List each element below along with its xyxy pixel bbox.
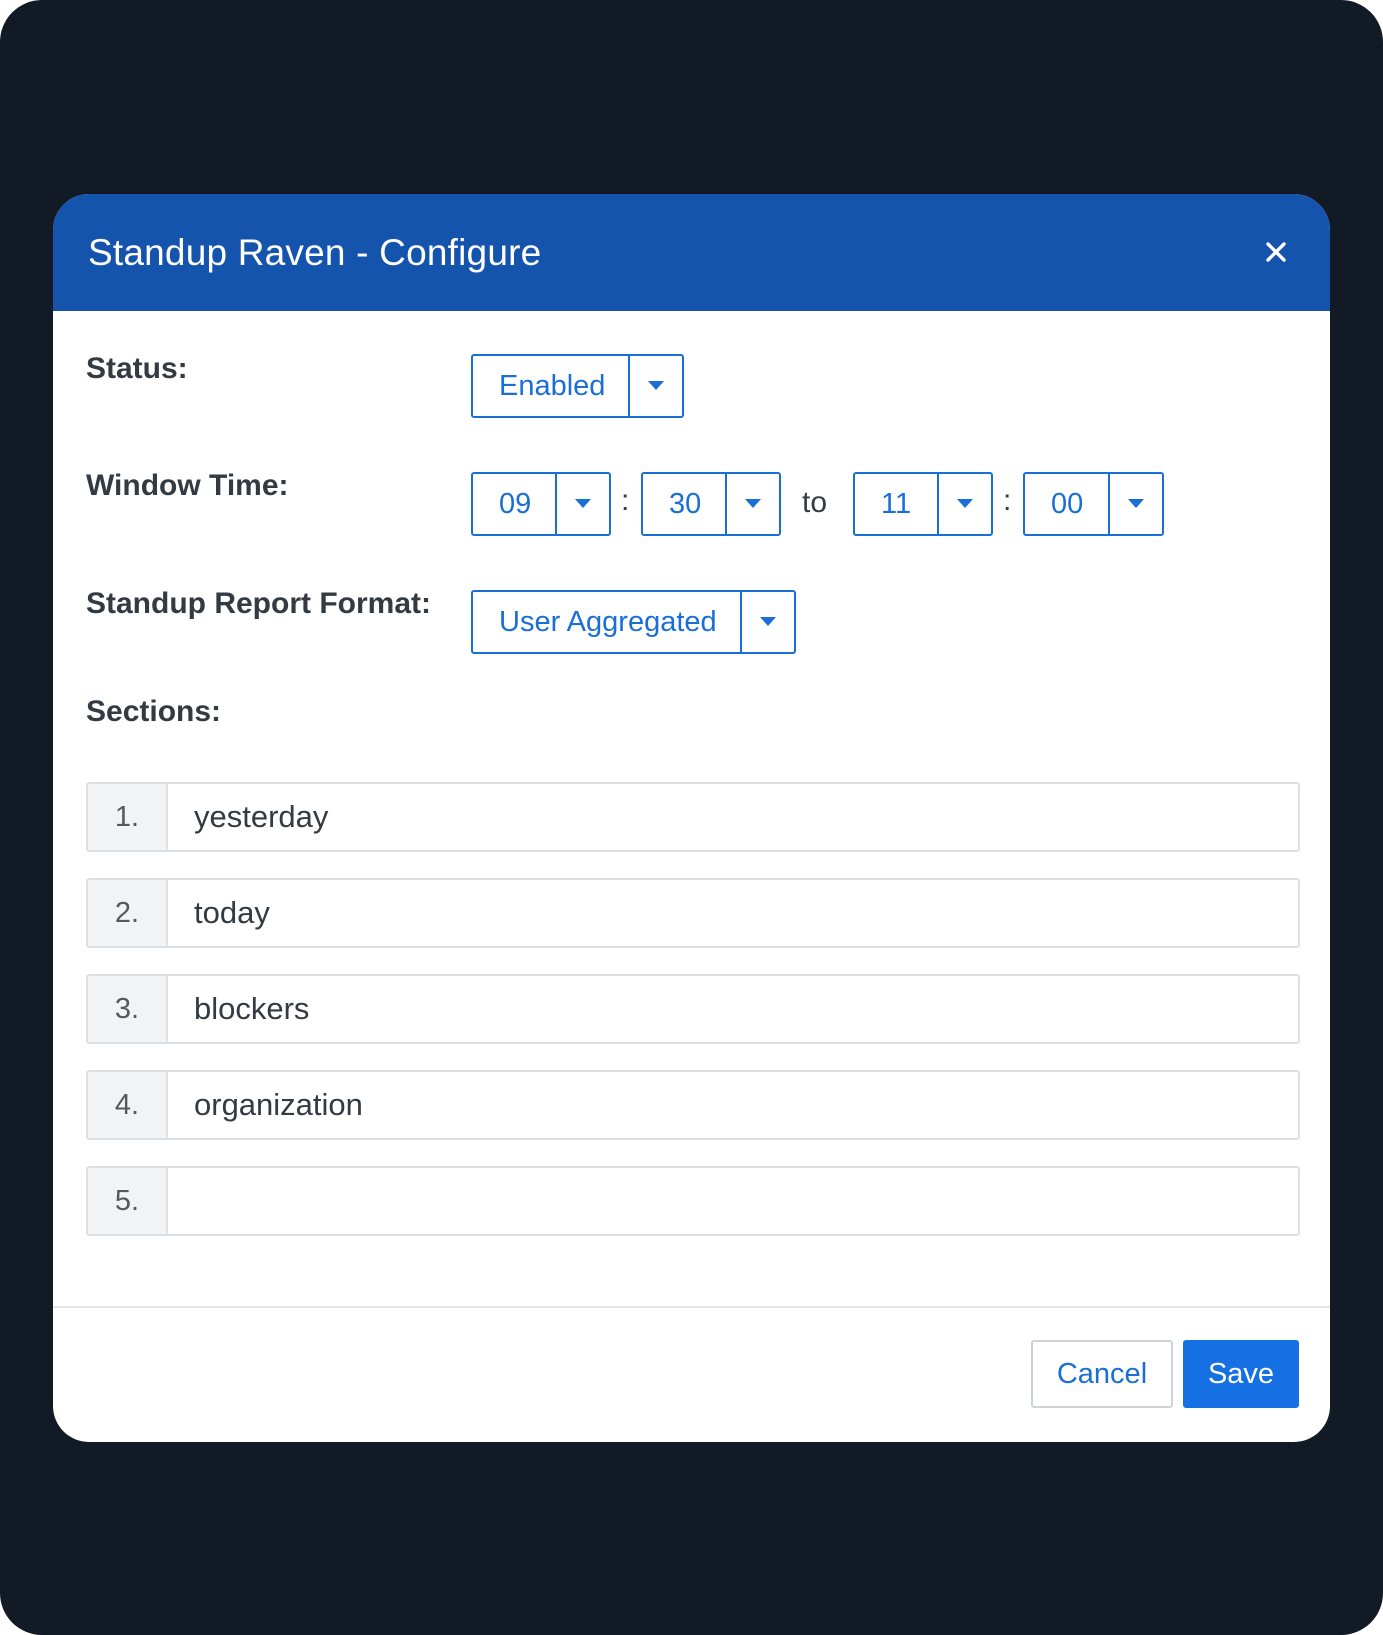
section-row: 3. bbox=[86, 974, 1300, 1044]
end-minute-dropdown-toggle[interactable] bbox=[1108, 474, 1162, 534]
end-hour-select[interactable]: 11 bbox=[853, 472, 993, 536]
caret-down-icon bbox=[957, 499, 973, 508]
caret-down-icon bbox=[760, 617, 776, 626]
start-hour-dropdown-toggle[interactable] bbox=[555, 474, 609, 534]
section-input[interactable] bbox=[168, 880, 1298, 946]
report-format-value: User Aggregated bbox=[499, 605, 717, 638]
save-button[interactable]: Save bbox=[1183, 1340, 1299, 1408]
section-number: 5. bbox=[88, 1168, 168, 1234]
close-icon bbox=[1266, 242, 1286, 262]
section-row: 4. bbox=[86, 1070, 1300, 1140]
configure-dialog: Standup Raven - Configure Status: Enable… bbox=[53, 194, 1330, 1442]
footer-divider bbox=[53, 1306, 1330, 1308]
end-minute-value: 00 bbox=[1051, 487, 1084, 520]
status-dropdown-toggle[interactable] bbox=[628, 356, 682, 416]
dialog-header: Standup Raven - Configure bbox=[53, 194, 1330, 311]
section-row: 2. bbox=[86, 878, 1300, 948]
section-input[interactable] bbox=[168, 1168, 1298, 1234]
sections-label: Sections: bbox=[86, 695, 222, 728]
status-select[interactable]: Enabled bbox=[471, 354, 684, 418]
report-format-label: Standup Report Format: bbox=[86, 587, 431, 620]
end-hour-value: 11 bbox=[881, 487, 912, 520]
caret-down-icon bbox=[575, 499, 591, 508]
section-number: 3. bbox=[88, 976, 168, 1042]
cancel-button[interactable]: Cancel bbox=[1031, 1340, 1173, 1408]
caret-down-icon bbox=[745, 499, 761, 508]
section-input[interactable] bbox=[168, 784, 1298, 850]
end-hour-dropdown-toggle[interactable] bbox=[937, 474, 991, 534]
to-text: to bbox=[802, 486, 828, 519]
time-separator: : bbox=[1003, 484, 1012, 517]
start-hour-select[interactable]: 09 bbox=[471, 472, 611, 536]
status-label: Status: bbox=[86, 352, 188, 385]
report-format-select[interactable]: User Aggregated bbox=[471, 590, 796, 654]
section-number: 1. bbox=[88, 784, 168, 850]
start-minute-dropdown-toggle[interactable] bbox=[725, 474, 779, 534]
time-separator: : bbox=[621, 484, 630, 517]
status-value: Enabled bbox=[499, 369, 606, 402]
report-format-dropdown-toggle[interactable] bbox=[740, 592, 794, 652]
caret-down-icon bbox=[648, 381, 664, 390]
section-row: 1. bbox=[86, 782, 1300, 852]
backdrop: Standup Raven - Configure Status: Enable… bbox=[0, 0, 1383, 1635]
dialog-title: Standup Raven - Configure bbox=[88, 232, 542, 273]
section-row: 5. bbox=[86, 1166, 1300, 1236]
section-number: 4. bbox=[88, 1072, 168, 1138]
start-minute-value: 30 bbox=[669, 487, 702, 520]
start-minute-select[interactable]: 30 bbox=[641, 472, 781, 536]
window-time-label: Window Time: bbox=[86, 469, 289, 502]
end-minute-select[interactable]: 00 bbox=[1023, 472, 1164, 536]
section-input[interactable] bbox=[168, 1072, 1298, 1138]
caret-down-icon bbox=[1128, 499, 1144, 508]
start-hour-value: 09 bbox=[499, 487, 532, 520]
section-number: 2. bbox=[88, 880, 168, 946]
section-input[interactable] bbox=[168, 976, 1298, 1042]
close-button[interactable] bbox=[1256, 232, 1296, 272]
